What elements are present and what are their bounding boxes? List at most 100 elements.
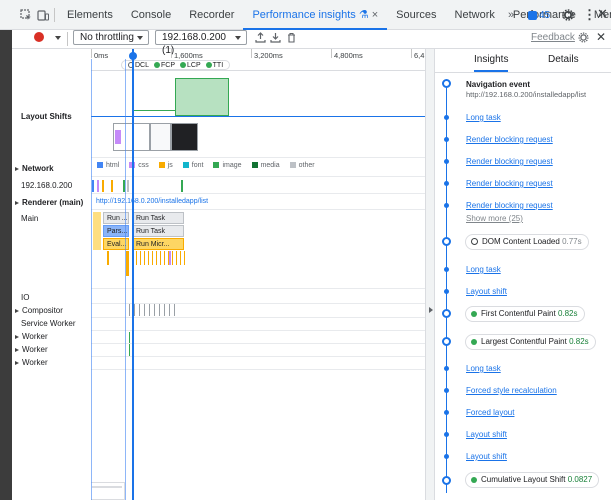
feedback-link[interactable]: Feedback (531, 32, 575, 43)
timeline-node (444, 410, 449, 415)
playhead-line[interactable] (132, 49, 134, 500)
insight-render-blocking[interactable]: Render blocking request (466, 179, 553, 188)
more-tabs-chevron-icon[interactable]: » (508, 9, 514, 21)
download-icon[interactable] (270, 32, 281, 43)
legend-swatch (97, 162, 103, 169)
tab-sources[interactable]: Sources (387, 0, 445, 30)
settings-gear-icon[interactable] (578, 32, 589, 43)
network-request[interactable] (111, 180, 113, 192)
layout-shift-baseline (91, 116, 425, 117)
tab-recorder[interactable]: Recorder (180, 0, 243, 30)
issues-counter[interactable]: 45 (528, 10, 550, 21)
panel-splitter[interactable] (425, 49, 435, 500)
flame-slices[interactable] (136, 251, 186, 265)
tab-network[interactable]: Network (446, 0, 504, 30)
metric-value: 0.0827 (567, 475, 593, 484)
close-toolbar-icon[interactable]: ✕ (596, 30, 606, 44)
record-button[interactable] (34, 32, 44, 42)
compositor-frames[interactable] (129, 304, 179, 316)
track-network-label: Network (22, 164, 54, 173)
show-more-link[interactable]: Show more (25) (466, 214, 523, 223)
insight-forced-style-recalc[interactable]: Forced style recalculation (466, 386, 557, 395)
flame-run-microtasks[interactable]: Run Micr... (132, 238, 184, 250)
marker-lcp[interactable]: LCP (180, 62, 201, 69)
legend-label: image (222, 162, 242, 169)
timeline-guide-line (125, 59, 126, 500)
track-worker-2[interactable]: Worker (15, 345, 48, 354)
insight-layout-shift[interactable]: Layout shift (466, 287, 507, 296)
delete-trash-icon[interactable] (286, 32, 297, 43)
metric-label: DOM Content Loaded (482, 237, 560, 246)
tab-insights[interactable]: Insights (474, 54, 509, 72)
track-renderer-main[interactable]: Renderer (main) (15, 198, 83, 207)
insight-forced-layout[interactable]: Forced layout (466, 408, 514, 417)
metric-dom-content-loaded[interactable]: DOM Content Loaded 0.77s (465, 234, 589, 250)
network-request[interactable] (127, 180, 129, 192)
ruler-tick (171, 49, 172, 58)
network-request[interactable] (97, 180, 99, 192)
tab-performance-insights[interactable]: Performance insights ⚗ × (243, 0, 388, 30)
layout-shift-small[interactable] (133, 110, 175, 116)
insight-long-task[interactable]: Long task (466, 265, 501, 274)
track-worker-3[interactable]: Worker (15, 358, 48, 367)
chevron-right-icon[interactable] (429, 307, 433, 313)
metric-largest-contentful-paint[interactable]: Largest Contentful Paint 0.82s (465, 334, 596, 350)
network-request[interactable] (92, 180, 94, 192)
tab-elements[interactable]: Elements (58, 0, 122, 30)
layout-shift-cluster[interactable] (175, 78, 229, 116)
flame-slice[interactable] (93, 212, 101, 250)
legend-label: html (106, 162, 120, 169)
insight-render-blocking[interactable]: Render blocking request (466, 157, 553, 166)
worker-activity[interactable] (129, 332, 130, 356)
timeline-node (444, 137, 449, 142)
metric-first-contentful-paint[interactable]: First Contentful Paint 0.82s (465, 306, 585, 322)
insight-render-blocking[interactable]: Render blocking request (466, 135, 553, 144)
marker-label: DCL (135, 61, 150, 69)
tab-console[interactable]: Console (122, 0, 180, 30)
network-request[interactable] (102, 180, 104, 192)
marker-tti[interactable]: TTI (205, 62, 223, 69)
timeline-area[interactable]: 0ms 1,600ms 3,200ms 4,800ms 6,4 DCL FCP … (91, 49, 425, 500)
flame-run-task[interactable]: Run Task (132, 212, 184, 224)
flame-slice[interactable] (169, 251, 171, 265)
settings-gear-icon[interactable] (562, 9, 574, 21)
marker-fcp[interactable]: FCP (154, 62, 175, 69)
upload-icon[interactable] (255, 32, 266, 43)
row-divider (91, 176, 425, 177)
flame-run-task[interactable]: Run Task (132, 225, 184, 237)
track-network[interactable]: Network (15, 164, 54, 173)
insight-layout-shift[interactable]: Layout shift (466, 452, 507, 461)
tab-details[interactable]: Details (548, 54, 579, 65)
thumbnail-content (115, 130, 121, 144)
expand-caret-icon (15, 360, 19, 365)
metric-cumulative-layout-shift[interactable]: Cumulative Layout Shift 0.0827 (465, 472, 600, 488)
recording-select[interactable]: 192.168.0.200 (1) (155, 30, 247, 56)
insight-long-task[interactable]: Long task (466, 364, 501, 373)
row-divider (91, 369, 425, 370)
throttling-select[interactable]: No throttling (73, 30, 149, 45)
devtools-tabstrip: Elements Console Recorder Performance in… (0, 0, 611, 30)
flame-slice[interactable] (107, 251, 109, 265)
track-worker-1[interactable]: Worker (15, 332, 48, 341)
record-options-chevron-icon[interactable] (55, 36, 61, 40)
ruler-tick (411, 49, 412, 58)
insight-layout-shift[interactable]: Layout shift (466, 430, 507, 439)
playhead-handle[interactable] (129, 52, 137, 60)
renderer-url[interactable]: http://192.168.0.200/installedapp/list (96, 198, 208, 205)
tab-close-icon[interactable]: × (372, 9, 378, 21)
track-compositor[interactable]: Compositor (15, 306, 63, 315)
screenshot-thumbnail[interactable] (150, 123, 171, 151)
insight-long-task[interactable]: Long task (466, 113, 501, 122)
inspect-element-icon[interactable] (20, 9, 32, 21)
flame-slice[interactable] (126, 251, 129, 276)
network-request[interactable] (181, 180, 183, 192)
screenshot-thumbnail[interactable] (171, 123, 198, 151)
timeline-node (442, 237, 451, 246)
close-devtools-icon[interactable]: ✕ (597, 6, 608, 22)
insight-render-blocking[interactable]: Render blocking request (466, 201, 553, 210)
legend-media: media (251, 162, 280, 169)
more-options-icon[interactable]: ⋮ (583, 7, 596, 23)
overview-minimap[interactable] (91, 482, 125, 500)
track-labels: Layout Shifts Network 192.168.0.200 Rend… (12, 49, 91, 500)
device-toolbar-icon[interactable] (37, 9, 49, 21)
